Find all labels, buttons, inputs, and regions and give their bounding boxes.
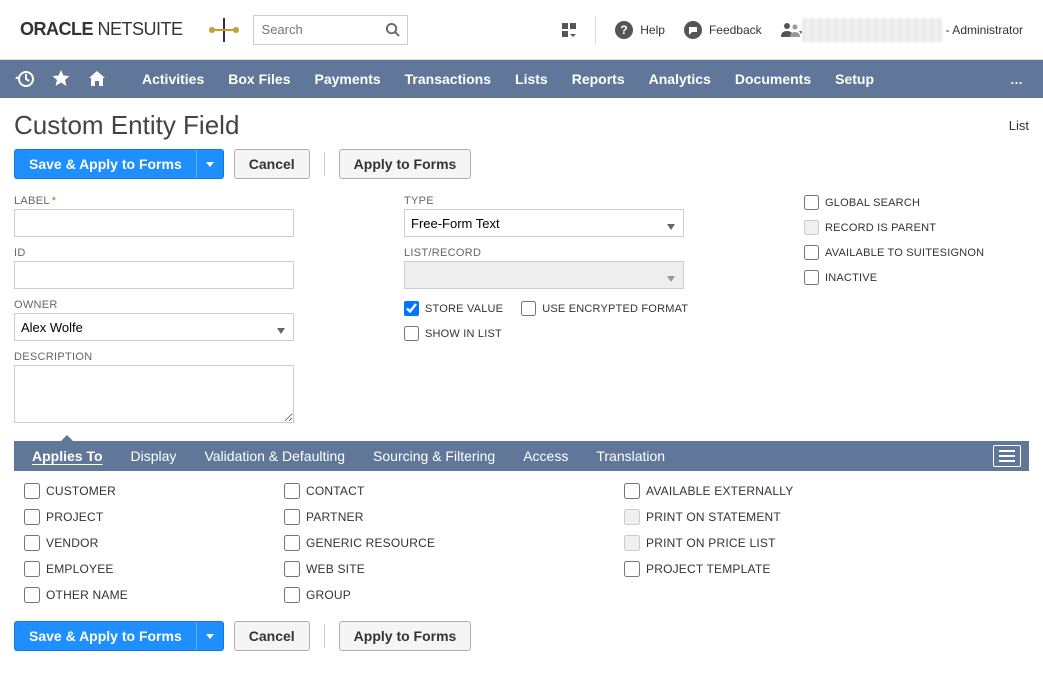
separator (324, 624, 325, 648)
nav-item-setup[interactable]: Setup (823, 60, 886, 98)
save-apply-button-bottom[interactable]: Save & Apply to Forms (14, 621, 196, 651)
save-apply-dropdown-bottom[interactable] (196, 621, 224, 651)
subtab-bar: Applies ToDisplayValidation & Defaulting… (14, 441, 1029, 471)
label-label: LABEL* (14, 195, 394, 207)
description-label: DESCRIPTION (14, 351, 394, 363)
show-in-list-chk[interactable] (404, 326, 419, 341)
subtab-validation-defaulting[interactable]: Validation & Defaulting (190, 441, 359, 471)
oracle-netsuite-logo: ORACLE NETSUITE (20, 19, 183, 40)
applies-customer-checkbox[interactable]: CUSTOMER (24, 483, 284, 499)
applies-other-name-checkbox[interactable]: OTHER NAME (24, 587, 284, 603)
record-is-parent-chk (804, 220, 819, 235)
subtab-display[interactable]: Display (117, 441, 191, 471)
star-icon[interactable] (48, 66, 74, 92)
applies-group-checkbox[interactable]: GROUP (284, 587, 624, 603)
help-link[interactable]: ? Help (614, 20, 665, 40)
owner-label: OWNER (14, 299, 394, 311)
applies-web-site-checkbox[interactable]: WEB SITE (284, 561, 624, 577)
search-icon[interactable] (385, 22, 400, 40)
cancel-button[interactable]: Cancel (234, 149, 310, 179)
owner-select[interactable]: Alex Wolfe (14, 313, 294, 341)
applies-available-externally-checkbox[interactable]: AVAILABLE EXTERNALLY (624, 483, 1019, 499)
feedback-link[interactable]: Feedback (683, 20, 762, 40)
subtab-sourcing-filtering[interactable]: Sourcing & Filtering (359, 441, 509, 471)
nav-item-documents[interactable]: Documents (723, 60, 823, 98)
applies-to-panel: CUSTOMERPROJECTVENDOREMPLOYEEOTHER NAME … (14, 471, 1029, 621)
subtab-access[interactable]: Access (509, 441, 582, 471)
id-label: ID (14, 247, 394, 259)
shortcuts-menu[interactable] (561, 22, 577, 38)
topbar: ORACLE NETSUITE ? Help Feedback - Admini… (0, 0, 1043, 60)
logo[interactable]: ORACLE NETSUITE (20, 13, 241, 47)
nav-item-transactions[interactable]: Transactions (393, 60, 503, 98)
nav-item-box-files[interactable]: Box Files (216, 60, 302, 98)
subtab-applies-to[interactable]: Applies To (18, 441, 117, 471)
inactive-chk[interactable] (804, 270, 819, 285)
apply-to-forms-button[interactable]: Apply to Forms (339, 149, 472, 179)
store-value-chk[interactable] (404, 301, 419, 316)
form-grid: LABEL* ID OWNER Alex Wolfe DESCRIPTION (14, 195, 1029, 423)
applies-project-template-checkbox[interactable]: PROJECT TEMPLATE (624, 561, 1019, 577)
apply-to-forms-button-bottom[interactable]: Apply to Forms (339, 621, 472, 651)
applies-project-checkbox[interactable]: PROJECT (24, 509, 284, 525)
role-menu[interactable] (780, 21, 802, 39)
nav-item-activities[interactable]: Activities (130, 60, 216, 98)
top-actions: ? Help Feedback - Administrator (551, 16, 1023, 44)
nav-item-payments[interactable]: Payments (303, 60, 393, 98)
type-select[interactable]: Free-Form Text (404, 209, 684, 237)
available-suitesignon-chk[interactable] (804, 245, 819, 260)
nav-item-lists[interactable]: Lists (503, 60, 560, 98)
applies-print-on-statement-checkbox[interactable]: PRINT ON STATEMENT (624, 509, 1019, 525)
button-row-bottom: Save & Apply to Forms Cancel Apply to Fo… (14, 621, 1029, 651)
inactive-checkbox[interactable]: INACTIVE (804, 270, 1029, 285)
type-label: TYPE (404, 195, 794, 207)
list-record-label: LIST/RECORD (404, 247, 794, 259)
use-encrypted-checkbox[interactable]: USE ENCRYPTED FORMAT (521, 301, 688, 316)
applies-print-on-price-list-checkbox[interactable]: PRINT ON PRICE LIST (624, 535, 1019, 551)
user-name-redacted (802, 18, 942, 42)
page-body: Custom Entity Field List Save & Apply to… (0, 98, 1043, 687)
store-value-checkbox[interactable]: STORE VALUE (404, 301, 503, 316)
global-search-chk[interactable] (804, 195, 819, 210)
cancel-button-bottom[interactable]: Cancel (234, 621, 310, 651)
applies-partner-checkbox[interactable]: PARTNER (284, 509, 624, 525)
nav-items: ActivitiesBox FilesPaymentsTransactionsL… (130, 60, 886, 98)
separator (324, 152, 325, 176)
show-in-list-checkbox[interactable]: SHOW IN LIST (404, 326, 794, 341)
button-row-top: Save & Apply to Forms Cancel Apply to Fo… (14, 149, 1029, 179)
global-search-checkbox[interactable]: GLOBAL SEARCH (804, 195, 1029, 210)
recent-records-icon[interactable] (12, 66, 38, 92)
id-input[interactable] (14, 261, 294, 289)
main-nav: ActivitiesBox FilesPaymentsTransactionsL… (0, 60, 1043, 98)
subtab-translation[interactable]: Translation (582, 441, 679, 471)
svg-text:?: ? (621, 23, 628, 37)
save-apply-button[interactable]: Save & Apply to Forms (14, 149, 196, 179)
description-textarea[interactable] (14, 365, 294, 423)
separator (595, 16, 596, 44)
list-link[interactable]: List (1009, 118, 1029, 133)
list-record-select (404, 261, 684, 289)
available-suitesignon-checkbox[interactable]: AVAILABLE TO SUITESIGNON (804, 245, 1029, 260)
company-logo-icon[interactable] (207, 13, 241, 47)
label-input[interactable] (14, 209, 294, 237)
use-encrypted-chk[interactable] (521, 301, 536, 316)
nav-item-reports[interactable]: Reports (560, 60, 637, 98)
applies-generic-resource-checkbox[interactable]: GENERIC RESOURCE (284, 535, 624, 551)
home-icon[interactable] (84, 66, 110, 92)
applies-contact-checkbox[interactable]: CONTACT (284, 483, 624, 499)
nav-item-analytics[interactable]: Analytics (637, 60, 723, 98)
applies-vendor-checkbox[interactable]: VENDOR (24, 535, 284, 551)
page-title: Custom Entity Field (14, 110, 239, 141)
record-is-parent-checkbox[interactable]: RECORD IS PARENT (804, 220, 1029, 235)
expand-collapse-icon[interactable] (993, 445, 1021, 467)
nav-more[interactable]: … (1002, 72, 1031, 87)
applies-employee-checkbox[interactable]: EMPLOYEE (24, 561, 284, 577)
role-label: - Administrator (946, 23, 1023, 37)
save-apply-dropdown[interactable] (196, 149, 224, 179)
global-search (253, 15, 408, 45)
